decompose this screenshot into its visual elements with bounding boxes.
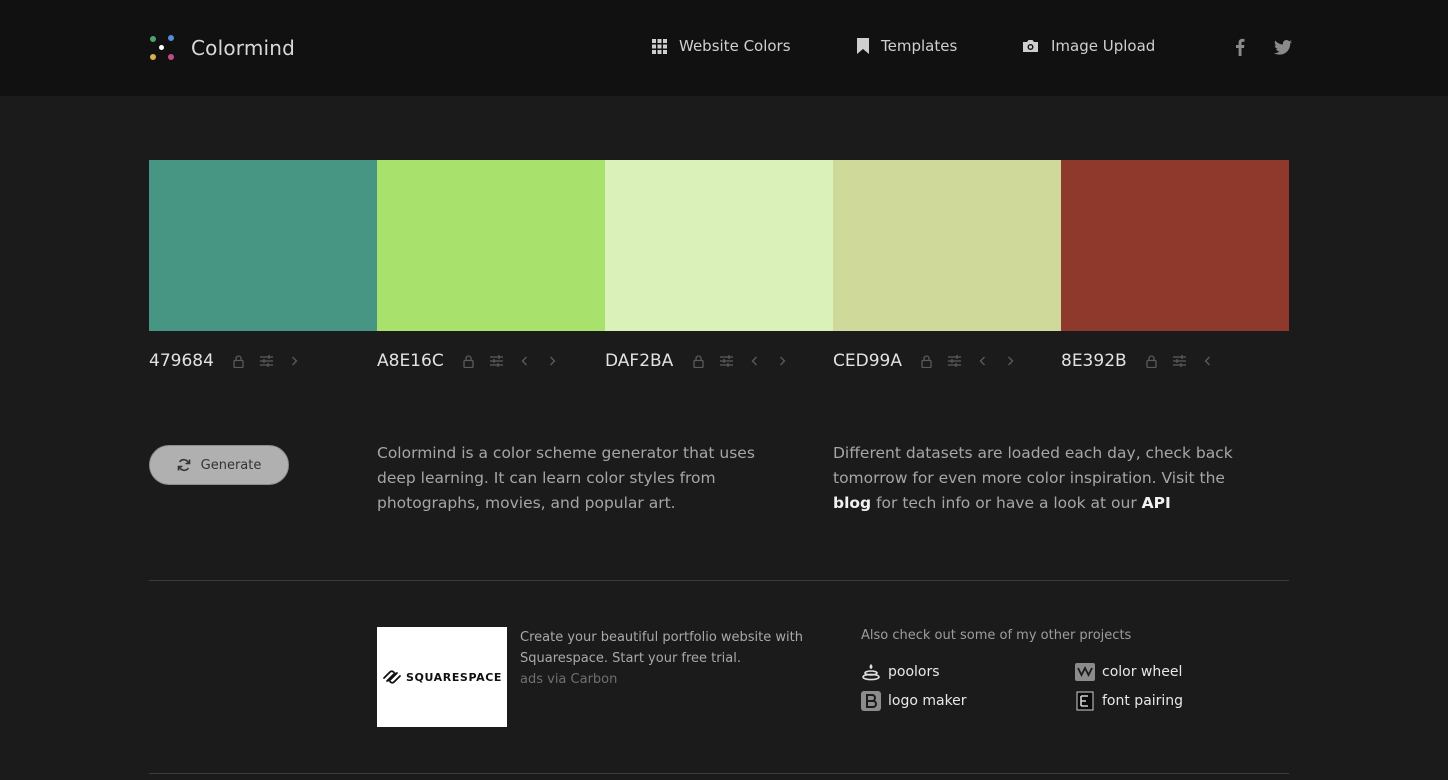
brand-logo[interactable]: Colormind [148, 34, 295, 62]
logo-maker-icon [861, 691, 881, 711]
brand-name: Colormind [191, 36, 296, 60]
project-logo-maker[interactable]: logo maker [861, 691, 967, 711]
nav-label: Templates [881, 37, 958, 55]
hex-code[interactable]: A8E16C [377, 351, 444, 371]
nav-label: Image Upload [1051, 37, 1156, 55]
move-left-icon[interactable] [1201, 354, 1215, 368]
move-right-icon[interactable] [1004, 354, 1018, 368]
hex-code[interactable]: 8E392B [1061, 351, 1127, 371]
adjust-sliders-icon[interactable] [260, 354, 274, 368]
ad-logo-text: SQUARESPACE [405, 670, 503, 684]
api-link[interactable]: API [1142, 494, 1171, 512]
divider [149, 580, 1289, 581]
swatch-3[interactable] [605, 160, 833, 331]
ad-via-link[interactable]: ads via Carbon [520, 672, 617, 687]
hex-code[interactable]: CED99A [833, 351, 902, 371]
squarespace-logo-icon [383, 670, 401, 684]
hex-code[interactable]: DAF2BA [605, 351, 673, 371]
swatch-4-controls: CED99A [833, 350, 1032, 372]
project-label: font pairing [1102, 693, 1184, 709]
lock-icon[interactable] [462, 354, 476, 368]
ad-image[interactable]: SQUARESPACE [377, 627, 507, 727]
projects-title: Also check out some of my other projects [861, 628, 1132, 643]
nav-image-upload[interactable]: Image Upload [1022, 37, 1155, 55]
swatch-1-controls: 479684 [149, 350, 316, 372]
swatch-3-controls: DAF2BA [605, 350, 803, 372]
top-bar: Colormind Website Colors Templates Image… [0, 0, 1448, 96]
lock-icon[interactable] [920, 354, 934, 368]
nav-label: Website Colors [679, 37, 791, 55]
adjust-sliders-icon[interactable] [948, 354, 962, 368]
move-left-icon[interactable] [518, 354, 532, 368]
move-right-icon[interactable] [775, 354, 789, 368]
ad-copy: Create your beautiful portfolio website … [520, 627, 820, 690]
blog-link[interactable]: blog [833, 494, 871, 512]
swatch-4[interactable] [833, 160, 1061, 331]
swatch-1[interactable] [149, 160, 377, 331]
about-text: Colormind is a color scheme generator th… [377, 444, 755, 512]
datasets-text-before: Different datasets are loaded each day, … [833, 444, 1233, 487]
bottom-divider [149, 773, 1289, 774]
datasets-text: Different datasets are loaded each day, … [833, 441, 1243, 516]
project-color-wheel[interactable]: color wheel [1075, 662, 1182, 682]
adjust-sliders-icon[interactable] [490, 354, 504, 368]
camera-icon [1023, 40, 1038, 52]
facebook-icon[interactable] [1235, 38, 1245, 56]
swatch-5[interactable] [1061, 160, 1289, 331]
lock-icon[interactable] [232, 354, 246, 368]
adjust-sliders-icon[interactable] [719, 354, 733, 368]
color-palette [149, 160, 1289, 331]
nav-website-colors[interactable]: Website Colors [652, 37, 791, 55]
nav-templates[interactable]: Templates [857, 37, 957, 55]
grid-icon [652, 38, 667, 54]
swatch-5-controls: 8E392B [1061, 350, 1229, 372]
generate-label: Generate [200, 457, 262, 473]
swatch-2-controls: A8E16C [377, 350, 574, 372]
ad-text[interactable]: Create your beautiful portfolio website … [520, 630, 803, 666]
twitter-icon[interactable] [1274, 40, 1292, 55]
lock-icon[interactable] [691, 354, 705, 368]
lock-icon[interactable] [1145, 354, 1159, 368]
colormind-logo-icon [148, 34, 176, 62]
refresh-icon [177, 458, 190, 472]
project-label: color wheel [1102, 664, 1183, 680]
generate-button[interactable]: Generate [149, 445, 289, 485]
bookmark-icon [857, 38, 869, 54]
project-label: poolors [888, 664, 940, 680]
hex-code[interactable]: 479684 [149, 351, 214, 371]
move-right-icon[interactable] [546, 354, 560, 368]
color-wheel-icon [1075, 662, 1095, 682]
poolors-icon [861, 662, 881, 682]
swatch-2[interactable] [377, 160, 605, 331]
move-left-icon[interactable] [747, 354, 761, 368]
project-poolors[interactable]: poolors [861, 662, 940, 682]
font-pairing-icon [1075, 691, 1095, 711]
move-left-icon[interactable] [976, 354, 990, 368]
project-font-pairing[interactable]: font pairing [1075, 691, 1183, 711]
move-right-icon[interactable] [288, 354, 302, 368]
project-label: logo maker [888, 693, 967, 709]
adjust-sliders-icon[interactable] [1173, 354, 1187, 368]
datasets-text-middle: for tech info or have a look at our [871, 494, 1142, 512]
